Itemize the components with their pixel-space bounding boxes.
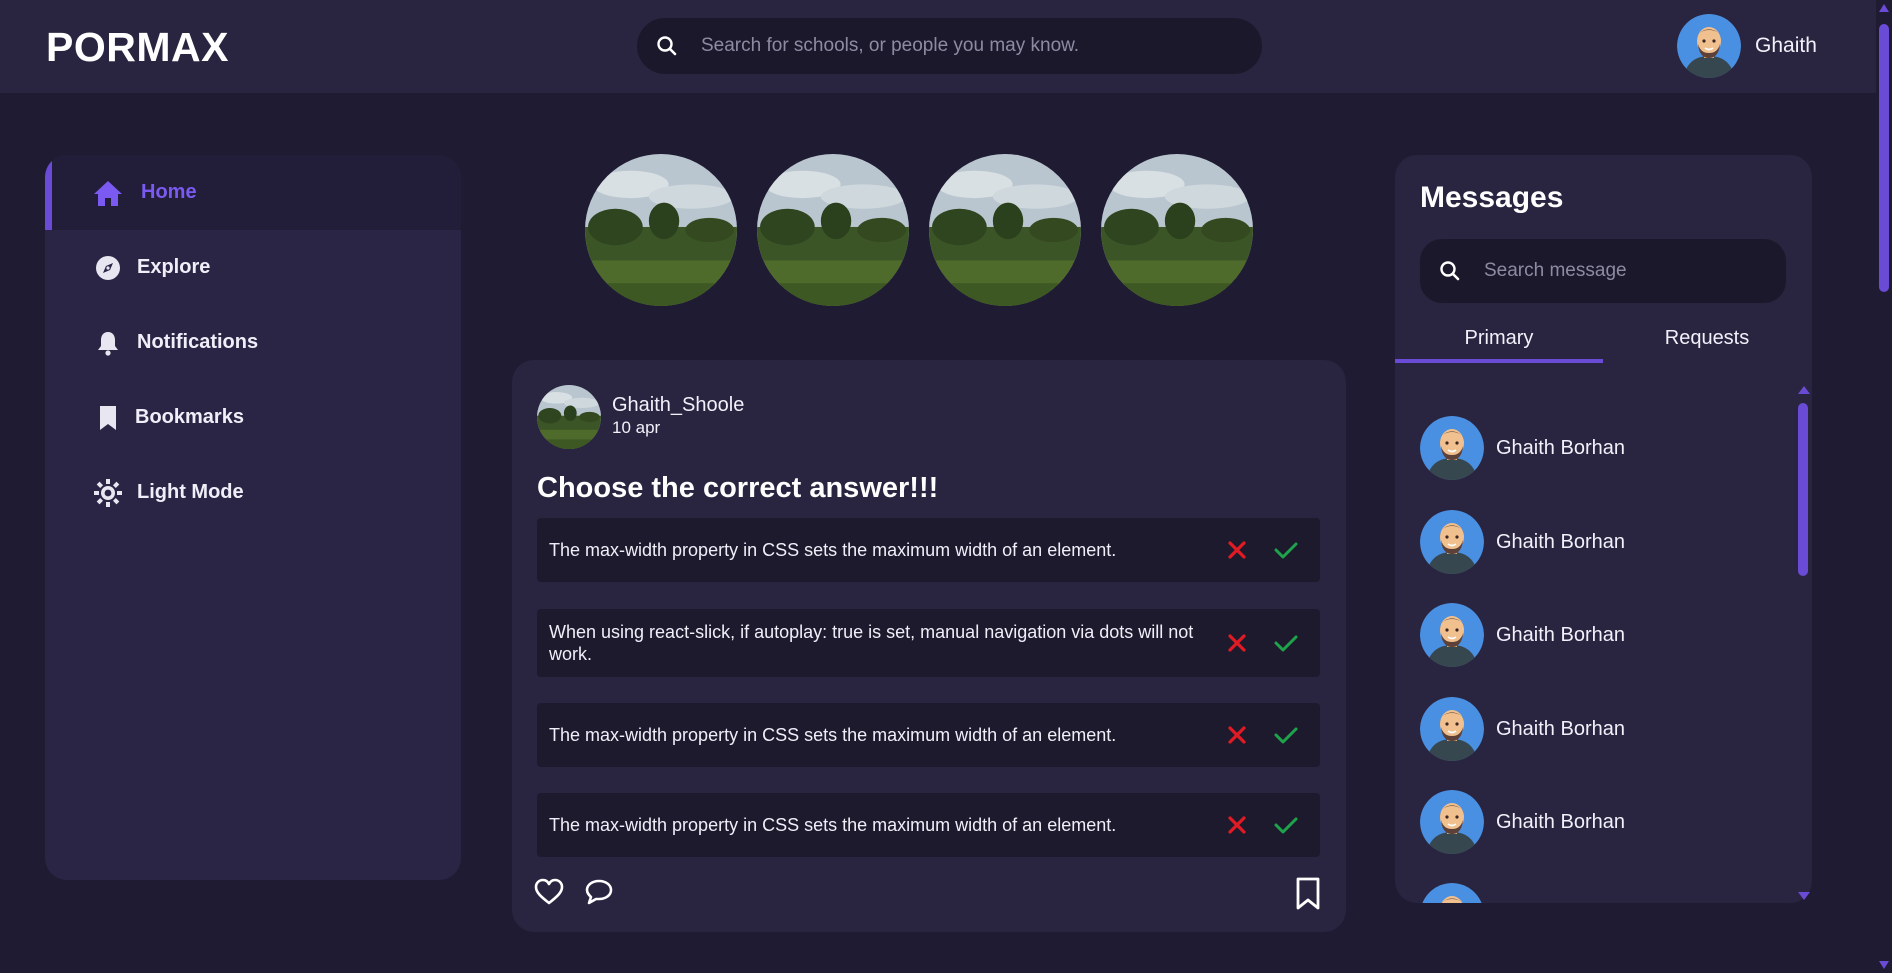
avatar bbox=[1420, 416, 1484, 480]
contact-name: Ghaith Borhan bbox=[1496, 436, 1625, 459]
like-heart-icon[interactable] bbox=[534, 878, 564, 906]
sidebar-item-home[interactable]: Home bbox=[45, 155, 461, 230]
contact-name: Ghaith Borhan bbox=[1496, 530, 1625, 553]
bell-icon bbox=[93, 328, 123, 358]
answer-option: The max-width property in CSS sets the m… bbox=[537, 518, 1320, 582]
avatar bbox=[1420, 790, 1484, 854]
contact-list[interactable]: Ghaith Borhan Ghaith Borhan Ghaith Borha… bbox=[1395, 385, 1812, 903]
tab-requests[interactable]: Requests bbox=[1603, 327, 1811, 363]
correct-mark-icon[interactable] bbox=[1273, 724, 1299, 746]
scroll-up-arrow[interactable] bbox=[1798, 386, 1810, 394]
bookmark-icon bbox=[93, 403, 123, 433]
sidebar-item-label: Notifications bbox=[137, 331, 259, 353]
wrong-mark-icon[interactable] bbox=[1226, 814, 1248, 836]
wrong-mark-icon[interactable] bbox=[1226, 539, 1248, 561]
scroll-down-arrow[interactable] bbox=[1879, 961, 1889, 969]
messages-title: Messages bbox=[1420, 181, 1564, 214]
sidebar: Home Explore Notifications Bookmarks Lig… bbox=[45, 155, 461, 880]
user-profile[interactable]: Ghaith bbox=[1677, 12, 1817, 80]
answer-text: The max-width property in CSS sets the m… bbox=[549, 725, 1117, 745]
sidebar-item-label: Bookmarks bbox=[135, 406, 244, 428]
sidebar-item-label: Light Mode bbox=[137, 481, 244, 503]
global-search[interactable] bbox=[637, 18, 1262, 74]
contact-item[interactable] bbox=[1420, 882, 1484, 903]
story-thumbnail[interactable] bbox=[757, 154, 909, 306]
comment-icon[interactable] bbox=[584, 878, 614, 906]
home-icon bbox=[93, 178, 123, 208]
answer-text: When using react-slick, if autoplay: tru… bbox=[549, 622, 1194, 664]
answer-option: When using react-slick, if autoplay: tru… bbox=[537, 609, 1320, 677]
story-thumbnail[interactable] bbox=[585, 154, 737, 306]
page-scrollbar[interactable] bbox=[1876, 0, 1892, 973]
wrong-mark-icon[interactable] bbox=[1226, 724, 1248, 746]
top-bar: PORMAX Ghaith bbox=[0, 0, 1876, 93]
contact-name: Ghaith Borhan bbox=[1496, 810, 1625, 833]
sidebar-item-explore[interactable]: Explore bbox=[45, 230, 461, 305]
message-search[interactable] bbox=[1420, 239, 1786, 303]
bookmark-post-icon[interactable] bbox=[1295, 877, 1321, 911]
messages-panel: Messages Primary Requests Ghaith Borhan … bbox=[1395, 155, 1812, 903]
correct-mark-icon[interactable] bbox=[1273, 632, 1299, 654]
message-search-input[interactable] bbox=[1484, 239, 1774, 303]
post-date: 10 apr bbox=[612, 418, 661, 437]
scroll-thumb[interactable] bbox=[1879, 24, 1889, 292]
sidebar-item-label: Home bbox=[141, 181, 197, 203]
contact-item[interactable]: Ghaith Borhan bbox=[1420, 789, 1625, 855]
answer-option: The max-width property in CSS sets the m… bbox=[537, 793, 1320, 857]
avatar bbox=[1420, 697, 1484, 761]
post-title: Choose the correct answer!!! bbox=[537, 472, 939, 504]
sidebar-item-notifications[interactable]: Notifications bbox=[45, 305, 461, 380]
contact-name: Ghaith Borhan bbox=[1496, 623, 1625, 646]
global-search-input[interactable] bbox=[701, 18, 1241, 74]
answer-option: The max-width property in CSS sets the m… bbox=[537, 703, 1320, 767]
answer-text: The max-width property in CSS sets the m… bbox=[549, 815, 1117, 835]
answer-text: The max-width property in CSS sets the m… bbox=[549, 540, 1117, 560]
wrong-mark-icon[interactable] bbox=[1226, 632, 1248, 654]
post-author-avatar[interactable] bbox=[537, 385, 601, 449]
contact-item[interactable]: Ghaith Borhan bbox=[1420, 509, 1625, 575]
compass-icon bbox=[93, 253, 123, 283]
post-author-name[interactable]: Ghaith_Shoole bbox=[612, 394, 744, 417]
scroll-up-arrow[interactable] bbox=[1879, 4, 1889, 12]
avatar bbox=[1420, 510, 1484, 574]
contact-item[interactable]: Ghaith Borhan bbox=[1420, 602, 1625, 668]
scroll-down-arrow[interactable] bbox=[1798, 892, 1810, 900]
post-card: Ghaith_Shoole 10 apr Choose the correct … bbox=[512, 360, 1346, 932]
search-icon bbox=[1440, 261, 1460, 281]
user-name[interactable]: Ghaith bbox=[1755, 34, 1817, 58]
avatar bbox=[1420, 883, 1484, 903]
story-thumbnail[interactable] bbox=[929, 154, 1081, 306]
sun-icon bbox=[93, 478, 123, 508]
sidebar-item-label: Explore bbox=[137, 256, 211, 278]
sidebar-item-bookmarks[interactable]: Bookmarks bbox=[45, 380, 461, 455]
contact-item[interactable]: Ghaith Borhan bbox=[1420, 415, 1625, 481]
app-logo[interactable]: PORMAX bbox=[46, 24, 229, 71]
story-thumbnail[interactable] bbox=[1101, 154, 1253, 306]
search-icon bbox=[657, 36, 677, 56]
contact-name: Ghaith Borhan bbox=[1496, 717, 1625, 740]
scroll-thumb[interactable] bbox=[1798, 403, 1808, 576]
contact-list-scrollbar[interactable] bbox=[1796, 383, 1812, 903]
sidebar-item-light-mode[interactable]: Light Mode bbox=[45, 455, 461, 530]
correct-mark-icon[interactable] bbox=[1273, 539, 1299, 561]
tab-primary[interactable]: Primary bbox=[1395, 327, 1603, 363]
avatar[interactable] bbox=[1677, 14, 1741, 78]
avatar bbox=[1420, 603, 1484, 667]
contact-item[interactable]: Ghaith Borhan bbox=[1420, 696, 1625, 762]
correct-mark-icon[interactable] bbox=[1273, 814, 1299, 836]
post-actions bbox=[534, 878, 614, 906]
